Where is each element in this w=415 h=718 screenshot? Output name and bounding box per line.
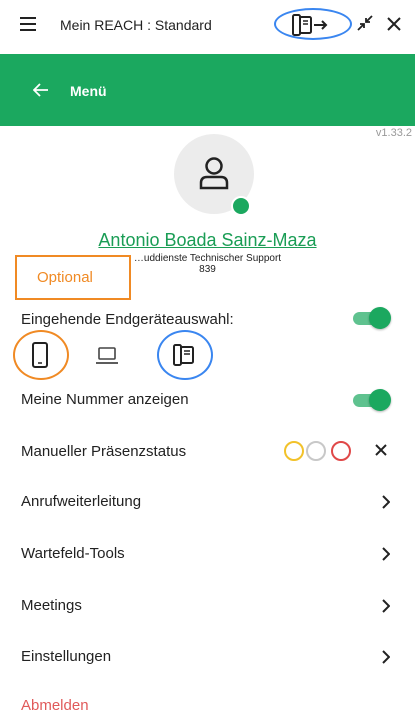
logout-link[interactable]: Abmelden <box>21 697 89 714</box>
optional-label: Optional <box>37 269 93 286</box>
menu-header: Menü <box>0 54 415 126</box>
chevron-right-icon <box>382 547 390 561</box>
manual-presence-label: Manueller Präsenzstatus <box>21 443 187 460</box>
version-label: v1.33.2 <box>375 127 412 139</box>
incoming-devices-label: Eingehende Endgeräteauswahl: <box>21 311 234 328</box>
minimize-icon[interactable] <box>356 14 374 32</box>
arrow-left-icon[interactable] <box>33 83 49 97</box>
menu-title: Menü <box>70 83 107 99</box>
close-icon[interactable] <box>385 15 403 33</box>
chevron-right-icon <box>382 495 390 509</box>
nav-item-call-forwarding[interactable]: Anrufweiterleitung <box>21 493 141 510</box>
nav-item-meetings[interactable]: Meetings <box>21 597 82 614</box>
user-icon <box>199 157 229 190</box>
presence-option-yellow[interactable] <box>284 441 304 461</box>
desk-phone-icon[interactable] <box>172 344 196 366</box>
clear-presence-icon[interactable] <box>372 441 390 459</box>
hamburger-icon[interactable] <box>20 17 36 31</box>
app-title: Mein REACH : Standard <box>60 17 212 33</box>
device-switch-icon[interactable] <box>290 13 334 37</box>
optional-annotation: Optional <box>15 255 131 300</box>
user-name[interactable]: Antonio Boada Sainz-Maza <box>0 230 415 251</box>
laptop-icon[interactable] <box>96 346 118 366</box>
show-number-label: Meine Nummer anzeigen <box>21 391 189 408</box>
title-bar: Mein REACH : Standard <box>0 0 415 52</box>
chevron-right-icon <box>382 650 390 664</box>
presence-option-grey[interactable] <box>306 441 326 461</box>
incoming-devices-toggle[interactable] <box>353 307 391 329</box>
mobile-phone-icon[interactable] <box>31 342 49 368</box>
show-number-toggle[interactable] <box>353 389 391 411</box>
presence-option-red[interactable] <box>331 441 351 461</box>
nav-item-settings[interactable]: Einstellungen <box>21 648 111 665</box>
chevron-right-icon <box>382 599 390 613</box>
nav-item-queue-tools[interactable]: Wartefeld-Tools <box>21 545 125 562</box>
presence-status-dot <box>231 196 251 216</box>
